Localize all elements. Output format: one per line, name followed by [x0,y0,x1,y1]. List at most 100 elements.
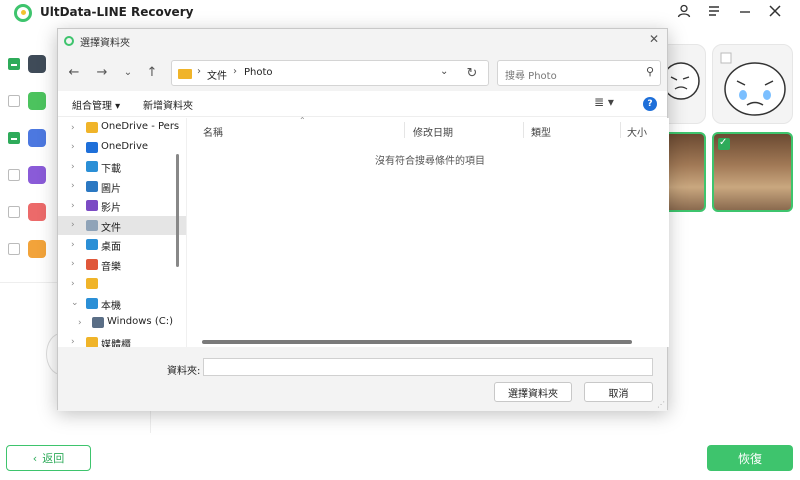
category-row[interactable] [6,165,60,187]
category-checkbox[interactable] [8,206,20,218]
search-icon[interactable]: ⚲ [646,65,654,78]
user-icon[interactable] [676,4,692,20]
back-button[interactable]: ‹ 返回 [6,445,91,471]
tree-item-label: OneDrive [101,140,149,152]
tree-item[interactable]: ⌄ 本機 [58,294,186,313]
category-checkbox[interactable] [8,243,20,255]
view-options-icon[interactable]: ≣ ▾ [594,95,614,109]
column-header-size[interactable]: 大小 [627,124,647,139]
column-header-type[interactable]: 類型 [531,124,551,139]
chevron-right-icon[interactable]: › [71,142,75,152]
tree-item[interactable]: › Windows (C:) [58,313,186,332]
folder-label: 資料夾: [167,366,201,377]
chevron-right-icon[interactable]: › [71,123,75,133]
address-bar[interactable]: › 文件 › Photo ⌄ [171,60,489,86]
tree-item[interactable]: › 文件 [58,215,186,235]
column-divider[interactable] [523,122,524,138]
category-row[interactable] [6,54,60,76]
resize-grip-icon[interactable]: ⋰ [657,400,665,409]
dialog-toolbar: 組合管理 ▾ 新增資料夾 ≣ ▾ ? [58,91,667,117]
app-logo-icon [64,36,74,46]
folder-icon [178,69,192,79]
breadcrumb-documents[interactable]: 文件 [207,67,227,82]
phone-icon [28,55,46,73]
tree-item[interactable]: › 媒體櫃 [58,333,186,348]
chevron-right-icon[interactable]: › [71,162,75,172]
recent-dropdown-icon[interactable]: ⌄ [120,65,136,81]
new-folder-button[interactable]: 新增資料夾 [143,97,193,112]
chevron-right-icon[interactable]: › [71,337,75,347]
minimize-icon[interactable] [737,4,753,20]
category-checkbox[interactable] [8,58,20,70]
dialog-close-icon[interactable]: ✕ [649,32,659,46]
chevron-right-icon: › [233,66,237,77]
category-row[interactable] [6,239,60,261]
chevron-right-icon[interactable]: › [71,181,75,191]
chevron-right-icon[interactable]: › [71,240,75,250]
library-icon [86,336,98,347]
sort-caret-icon: ⌃ [299,116,306,125]
category-checkbox[interactable] [8,95,20,107]
music-icon [28,203,46,221]
refresh-icon[interactable]: ↻ [464,66,480,82]
back-arrow-icon[interactable]: ← [66,65,82,81]
chevron-down-icon[interactable]: ⌄ [440,66,448,77]
folder-icon [86,122,98,133]
tree-item[interactable]: › 影片 [58,196,186,215]
tree-item-label: 媒體櫃 [101,339,131,348]
category-row[interactable] [6,91,60,113]
tree-item[interactable]: › 桌面 [58,235,186,254]
tree-item[interactable]: › 圖片 [58,177,186,196]
pc-icon [86,297,98,309]
select-folder-button[interactable]: 選擇資料夾 [494,382,572,402]
column-header-modified[interactable]: 修改日期 [413,124,453,139]
tree-scrollbar[interactable] [176,154,179,267]
photo-thumbnail[interactable] [712,132,793,212]
tree-item[interactable]: › 音樂 [58,255,186,274]
search-input[interactable]: 搜尋 Photo ⚲ [497,60,661,86]
chevron-right-icon[interactable]: › [71,201,75,211]
sticker-thumbnail[interactable] [712,44,793,124]
chevron-down-icon[interactable]: ⌄ [71,298,79,308]
app-header: UltData-LINE Recovery [0,0,800,26]
horizontal-scrollbar[interactable] [202,340,632,344]
category-checkbox[interactable] [8,169,20,181]
category-checkbox[interactable] [8,132,20,144]
chevron-right-icon[interactable]: › [78,318,82,328]
cancel-button[interactable]: 取消 [584,382,653,402]
forward-arrow-icon[interactable]: → [94,65,110,81]
category-row[interactable] [6,128,60,150]
app-title: UltData-LINE Recovery [40,5,194,19]
selected-checkbox[interactable] [718,137,730,150]
column-divider[interactable] [620,122,621,138]
help-icon[interactable]: ? [643,97,657,111]
tree-item-label: 文件 [101,222,121,234]
column-header-name[interactable]: 名稱 [203,124,223,139]
navigation-bar: ← → ⌄ ↑ › 文件 › Photo ⌄ ↻ 搜尋 Photo ⚲ [58,53,667,91]
folder-name-input[interactable] [203,358,653,376]
column-divider[interactable] [404,122,405,138]
dialog-titlebar: 選擇資料夾 ✕ [58,29,667,53]
chevron-right-icon[interactable]: › [71,279,75,289]
tree-item-label: 本機 [101,300,121,312]
video-icon [28,166,46,184]
select-folder-dialog: 選擇資料夾 ✕ ← → ⌄ ↑ › 文件 › Photo ⌄ ↻ 搜尋 Phot… [57,28,669,411]
breadcrumb-photo[interactable]: Photo [244,67,273,78]
app-logo-icon [14,4,32,22]
tree-item[interactable]: › [58,274,186,293]
tree-item[interactable]: › OneDrive - Pers [58,118,186,137]
up-arrow-icon[interactable]: ↑ [144,65,160,81]
desktop-icon [86,239,98,250]
chevron-right-icon[interactable]: › [71,220,75,230]
menu-icon[interactable] [706,4,722,20]
recover-button[interactable]: 恢復 [707,445,793,471]
chevron-right-icon[interactable]: › [71,259,75,269]
tree-item[interactable]: › 下載 [58,157,186,176]
organize-menu[interactable]: 組合管理 ▾ [72,97,120,112]
tree-item[interactable]: › OneDrive [58,138,186,157]
category-panel [0,40,60,280]
cloud-icon [86,141,98,153]
close-icon[interactable] [767,4,783,20]
category-row[interactable] [6,202,60,224]
chevron-right-icon: › [197,66,201,77]
